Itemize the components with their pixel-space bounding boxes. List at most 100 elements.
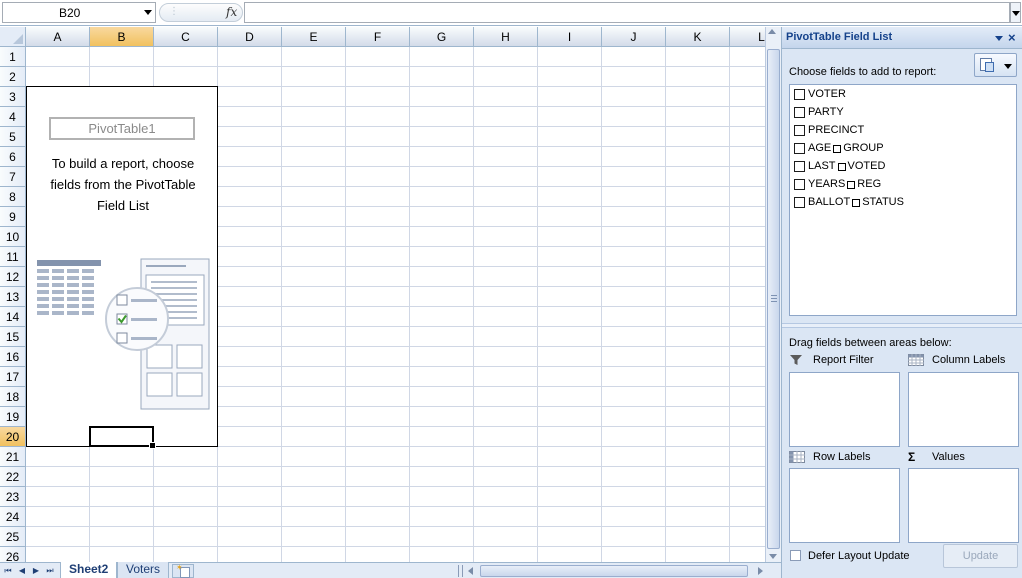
field-label: STATUS (862, 196, 904, 208)
field-label: LAST (808, 160, 836, 172)
row-header-20[interactable]: 20 (0, 427, 26, 447)
vertical-scroll-thumb[interactable] (767, 49, 780, 549)
scroll-up-arrow-icon[interactable] (768, 29, 776, 34)
row-header-12[interactable]: 12 (0, 267, 26, 287)
scroll-down-arrow-icon[interactable] (769, 554, 777, 559)
row-header-21[interactable]: 21 (0, 447, 26, 467)
field-item[interactable]: BALLOT STATUS (794, 194, 904, 210)
field-checkbox[interactable] (794, 160, 805, 172)
insert-worksheet-icon[interactable] (172, 563, 194, 578)
scroll-left-arrow-icon[interactable] (468, 567, 473, 575)
row-header-25[interactable]: 25 (0, 527, 26, 547)
close-icon[interactable]: × (1008, 30, 1016, 45)
sheet-tab-bar: ⏮ ◀ ▶ ⏭ Sheet2 Voters (0, 562, 781, 578)
row-header-1[interactable]: 1 (0, 47, 26, 67)
column-header-g[interactable]: G (410, 27, 474, 47)
column-header-b[interactable]: B (90, 27, 154, 47)
column-header-f[interactable]: F (346, 27, 410, 47)
row-header-13[interactable]: 13 (0, 287, 26, 307)
row-header-26[interactable]: 26 (0, 547, 26, 562)
field-item[interactable]: PRECINCT (794, 122, 864, 138)
horizontal-scrollbar[interactable] (466, 564, 765, 578)
row-header-10[interactable]: 10 (0, 227, 26, 247)
row-header-6[interactable]: 6 (0, 147, 26, 167)
row-header-24[interactable]: 24 (0, 507, 26, 527)
row-header-22[interactable]: 22 (0, 467, 26, 487)
row-header-17[interactable]: 17 (0, 367, 26, 387)
field-item[interactable]: PARTY (794, 104, 844, 120)
sigma-icon: Σ (908, 450, 916, 464)
field-checkbox[interactable] (794, 106, 805, 118)
field-item[interactable]: AGE GROUP (794, 140, 884, 156)
pivot-instructions: To build a report, choose fields from th… (50, 156, 196, 213)
column-header-c[interactable]: C (154, 27, 218, 47)
last-sheet-icon[interactable]: ⏭ (44, 566, 56, 576)
row-header-18[interactable]: 18 (0, 387, 26, 407)
row-header-11[interactable]: 11 (0, 247, 26, 267)
values-area[interactable] (908, 468, 1019, 543)
tab-sheet2[interactable]: Sheet2 (60, 562, 118, 578)
horizontal-scroll-thumb[interactable] (480, 565, 748, 577)
row-header-2[interactable]: 2 (0, 67, 26, 87)
scroll-right-arrow-icon[interactable] (758, 567, 763, 575)
field-checkbox[interactable] (794, 88, 805, 100)
row-header-5[interactable]: 5 (0, 127, 26, 147)
insert-function-button[interactable]: fx (226, 5, 237, 19)
next-sheet-icon[interactable]: ▶ (30, 566, 42, 576)
field-checkbox[interactable] (794, 142, 805, 154)
scroll-grip-icon (771, 295, 777, 302)
pane-options-chevron-icon[interactable] (995, 36, 1003, 41)
row-header-8[interactable]: 8 (0, 187, 26, 207)
field-item[interactable]: VOTER (794, 86, 846, 102)
field-checkbox[interactable] (794, 196, 805, 208)
column-header-i[interactable]: I (538, 27, 602, 47)
resize-dots-icon[interactable]: ⋮ (169, 6, 179, 17)
row-header-15[interactable]: 15 (0, 327, 26, 347)
pivot-illustration-icon (37, 258, 210, 410)
pane-header: PivotTable Field List × (782, 27, 1022, 49)
column-header-a[interactable]: A (26, 27, 90, 47)
field-label: PRECINCT (808, 124, 865, 136)
tab-split-handle[interactable] (458, 565, 463, 577)
row-header-19[interactable]: 19 (0, 407, 26, 427)
row-labels-area[interactable] (789, 468, 900, 543)
select-all-button[interactable] (0, 27, 26, 47)
column-header-l[interactable]: L (730, 27, 765, 47)
layout-icon (980, 58, 994, 72)
column-labels-area[interactable] (908, 372, 1019, 447)
field-label: YEARS (808, 178, 846, 190)
field-item[interactable]: LAST VOTED (794, 158, 885, 174)
column-header-d[interactable]: D (218, 27, 282, 47)
row-header-9[interactable]: 9 (0, 207, 26, 227)
field-checkbox[interactable] (794, 124, 805, 136)
row-header-3[interactable]: 3 (0, 87, 26, 107)
name-box[interactable]: B20 (2, 2, 156, 23)
active-cell-b20[interactable] (89, 426, 156, 449)
column-header-k[interactable]: K (666, 27, 730, 47)
row-header-16[interactable]: 16 (0, 347, 26, 367)
field-checkbox[interactable] (794, 178, 805, 190)
field-list-layout-button[interactable] (974, 53, 1017, 77)
field-item[interactable]: YEARS REG (794, 176, 881, 192)
column-header-h[interactable]: H (474, 27, 538, 47)
unprintable-char-icon (837, 162, 846, 171)
column-header-j[interactable]: J (602, 27, 666, 47)
row-header-4[interactable]: 4 (0, 107, 26, 127)
expand-formula-bar-button[interactable] (1010, 2, 1021, 23)
tab-voters[interactable]: Voters (117, 562, 170, 578)
report-filter-area[interactable] (789, 372, 900, 447)
row-header-7[interactable]: 7 (0, 167, 26, 187)
row-header-14[interactable]: 14 (0, 307, 26, 327)
update-button[interactable]: Update (943, 544, 1018, 568)
pane-splitter[interactable] (782, 323, 1022, 328)
chevron-down-icon[interactable] (144, 10, 152, 15)
field-label: VOTER (808, 88, 846, 100)
vertical-scrollbar[interactable] (765, 27, 781, 562)
defer-layout-update-checkbox[interactable] (790, 550, 801, 561)
pivot-table-placeholder[interactable]: PivotTable1 To build a report, choose fi… (26, 86, 218, 447)
previous-sheet-icon[interactable]: ◀ (16, 566, 28, 576)
row-header-23[interactable]: 23 (0, 487, 26, 507)
formula-input[interactable] (244, 2, 1010, 23)
first-sheet-icon[interactable]: ⏮ (2, 566, 14, 576)
column-header-e[interactable]: E (282, 27, 346, 47)
